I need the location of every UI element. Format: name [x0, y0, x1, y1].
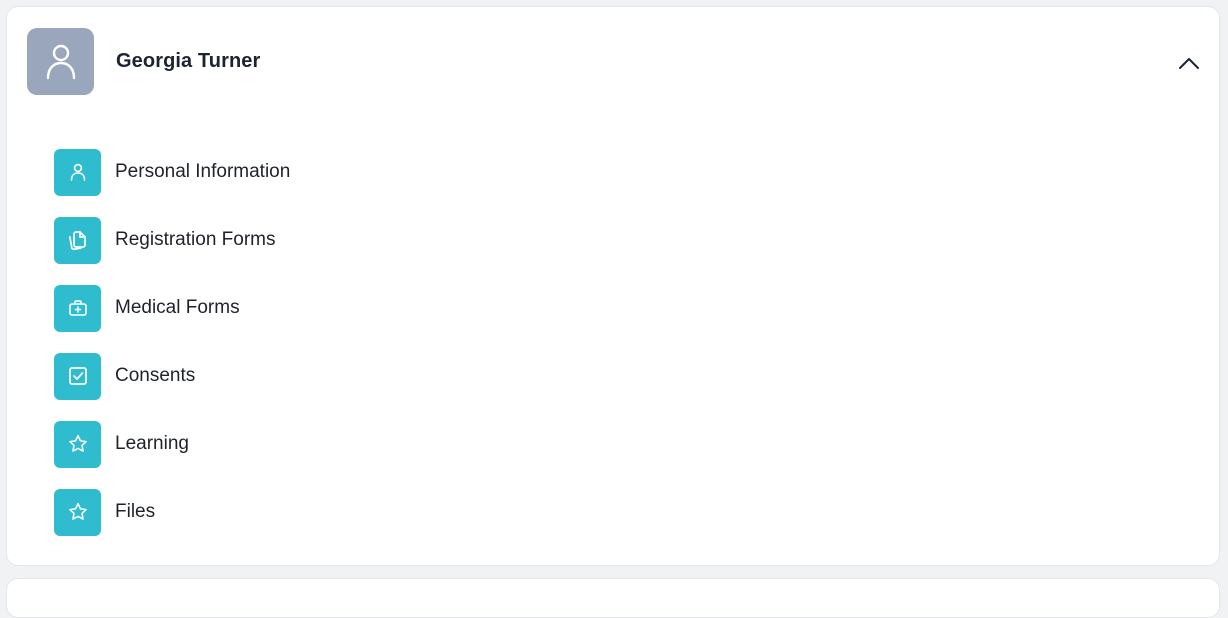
tile-files: [54, 488, 101, 536]
avatar: [27, 28, 94, 95]
checkbox-icon: [68, 367, 87, 385]
profile-header[interactable]: Georgia Turner: [7, 7, 1219, 119]
tile-registration-forms: [54, 216, 101, 264]
menu-item-label: Learning: [115, 433, 189, 454]
menu-item-files[interactable]: Files: [54, 488, 290, 536]
menu-item-personal-information[interactable]: Personal Information: [54, 148, 290, 196]
tile-medical-forms: [54, 284, 101, 332]
collapse-button[interactable]: [1175, 51, 1203, 75]
menu-item-medical-forms[interactable]: Medical Forms: [54, 284, 290, 332]
chevron-up-icon: [1179, 58, 1199, 69]
menu-item-label: Consents: [115, 365, 196, 386]
profile-card: Georgia Turner Personal Information Regi…: [6, 6, 1220, 566]
menu-item-label: Medical Forms: [115, 297, 240, 318]
menu-item-label: Files: [115, 501, 156, 522]
user-icon: [70, 163, 85, 181]
star-icon: [68, 434, 87, 452]
menu-item-learning[interactable]: Learning: [54, 420, 290, 468]
user-icon: [46, 44, 75, 79]
next-card: [6, 578, 1220, 618]
tile-consents: [54, 352, 101, 400]
star-icon: [68, 502, 87, 520]
medical-kit-icon: [68, 300, 87, 316]
menu-item-consents[interactable]: Consents: [54, 352, 290, 400]
menu-item-label: Personal Information: [115, 161, 291, 182]
tile-learning: [54, 420, 101, 468]
profile-name: Georgia Turner: [116, 50, 261, 72]
menu-item-registration-forms[interactable]: Registration Forms: [54, 216, 290, 264]
profile-menu: Personal Information Registration Forms: [54, 148, 290, 556]
tile-personal-information: [54, 148, 101, 196]
menu-item-label: Registration Forms: [115, 229, 276, 250]
documents-icon: [68, 231, 86, 251]
